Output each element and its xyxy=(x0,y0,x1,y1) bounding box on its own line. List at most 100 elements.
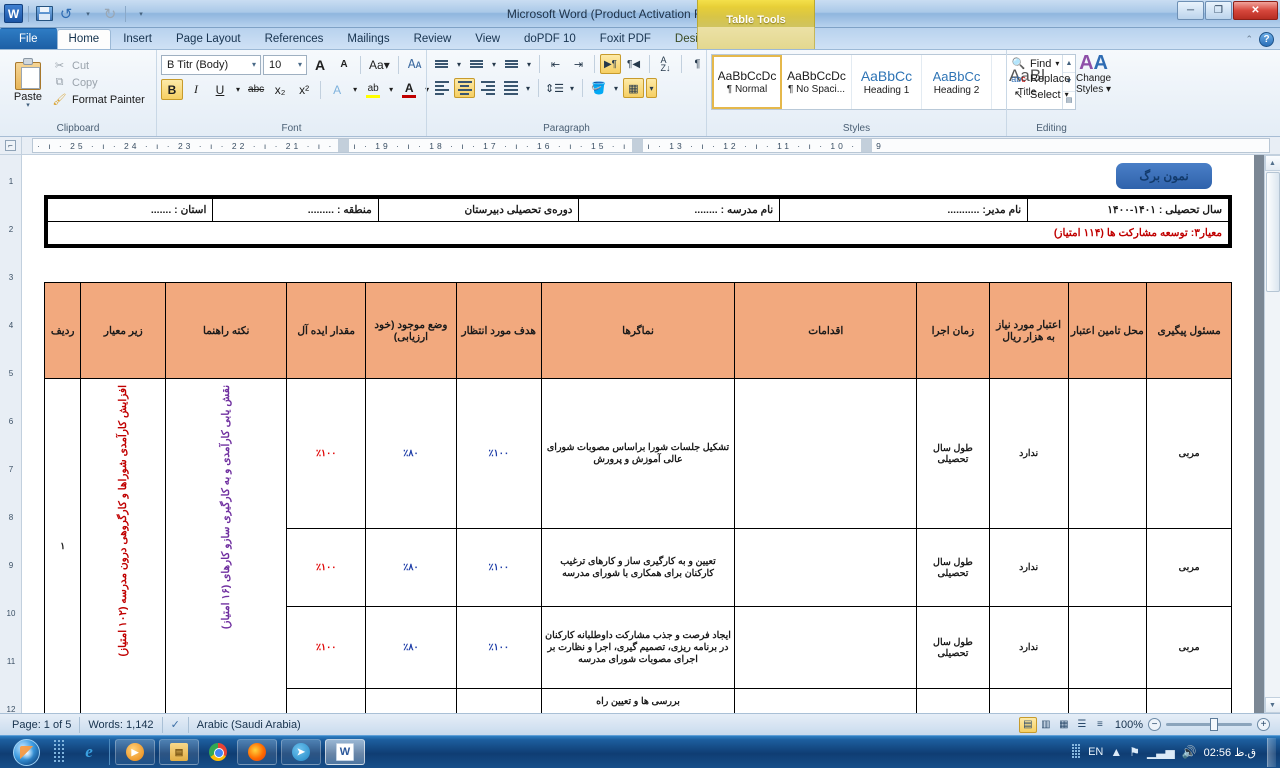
show-desktop-button[interactable] xyxy=(1267,738,1276,767)
show-formatting-marks-button[interactable]: ¶ xyxy=(687,54,708,74)
shading-dropdown-icon[interactable]: ▾ xyxy=(611,78,621,98)
proofing-status[interactable]: ✓ xyxy=(163,717,189,733)
view-web-layout[interactable]: ▦ xyxy=(1055,717,1073,733)
chevron-down-icon[interactable]: ▾ xyxy=(296,60,304,69)
tab-file[interactable]: File xyxy=(0,28,57,49)
scroll-up-icon[interactable]: ▲ xyxy=(1265,155,1280,171)
paste-dropdown-icon[interactable]: ▾ xyxy=(26,103,30,109)
undo-icon[interactable]: ↺ xyxy=(56,4,76,24)
align-left-button[interactable] xyxy=(431,78,452,98)
zoom-track[interactable] xyxy=(1166,723,1252,726)
table-row[interactable]: مربی ندارد طول سال تحصیلی تشکیل جلسات شو… xyxy=(45,379,1232,529)
text-effects-button[interactable]: A xyxy=(326,79,348,100)
paste-button[interactable]: Paste ▾ xyxy=(4,54,52,109)
align-center-button[interactable] xyxy=(454,78,475,98)
font-color-button[interactable]: A xyxy=(398,79,420,100)
cut-button[interactable]: ✂ Cut xyxy=(52,59,145,72)
taskbar-item-word[interactable]: W xyxy=(325,739,365,765)
italic-button[interactable]: I xyxy=(185,79,207,100)
taskbar-item-chrome[interactable] xyxy=(203,739,233,765)
view-outline[interactable]: ☰ xyxy=(1073,717,1091,733)
highlight-dropdown-icon[interactable]: ▾ xyxy=(386,79,396,100)
ltr-text-direction-button[interactable]: ▶¶ xyxy=(600,54,621,74)
view-print-layout[interactable]: ▤ xyxy=(1019,717,1037,733)
redo-icon[interactable]: ↻ xyxy=(100,4,120,24)
borders-dropdown-icon[interactable]: ▾ xyxy=(646,78,657,98)
horizontal-ruler[interactable]: · ı · 25 · ı · 24 · ı · 23 · ı · 22 · ı … xyxy=(32,138,1270,153)
bullets-dropdown-icon[interactable]: ▾ xyxy=(454,54,464,74)
help-icon[interactable]: ? xyxy=(1259,32,1274,47)
font-name-combo[interactable]: B Titr (Body) ▾ xyxy=(161,55,261,75)
tab-page-layout[interactable]: Page Layout xyxy=(164,29,253,49)
superscript-button[interactable]: x² xyxy=(293,79,315,100)
taskbar-item-firefox[interactable] xyxy=(237,739,277,765)
find-button[interactable]: 🔍 Find ▾ xyxy=(1011,57,1070,70)
view-draft[interactable]: ≡ xyxy=(1091,717,1109,733)
subscript-button[interactable]: x₂ xyxy=(269,79,291,100)
tab-insert[interactable]: Insert xyxy=(111,29,164,49)
font-size-combo[interactable]: 10 ▾ xyxy=(263,55,307,75)
tab-dopdf[interactable]: doPDF 10 xyxy=(512,29,588,49)
taskbar-item-telegram[interactable]: ➤ xyxy=(281,739,321,765)
undo-dropdown-icon[interactable]: ▾ xyxy=(78,4,98,24)
replace-button[interactable]: abc Replace xyxy=(1011,73,1070,85)
save-icon[interactable] xyxy=(34,4,54,24)
zoom-level[interactable]: 100% xyxy=(1115,719,1143,731)
minimize-button[interactable]: ─ xyxy=(1177,1,1204,20)
bold-button[interactable]: B xyxy=(161,79,183,100)
increase-indent-button[interactable]: ⇥ xyxy=(568,54,589,74)
tab-stop-selector[interactable]: ⌐ xyxy=(0,137,22,155)
line-spacing-dropdown-icon[interactable]: ▾ xyxy=(567,78,577,98)
tab-mailings[interactable]: Mailings xyxy=(335,29,401,49)
taskbar-item-internet-explorer[interactable]: e xyxy=(74,739,104,765)
bullets-button[interactable] xyxy=(431,54,452,74)
vertical-ruler[interactable]: 123456789101112 xyxy=(0,155,22,713)
scrollbar-thumb[interactable] xyxy=(1266,172,1280,292)
justify-dropdown-icon[interactable]: ▾ xyxy=(523,78,533,98)
customize-quick-access-icon[interactable]: ▾ xyxy=(131,4,151,24)
word-count[interactable]: Words: 1,142 xyxy=(80,717,162,733)
line-spacing-button[interactable]: ⇕☰ xyxy=(544,78,565,98)
network-icon[interactable]: ⚑ xyxy=(1129,745,1140,759)
select-dropdown-icon[interactable]: ▾ xyxy=(1065,90,1069,99)
close-button[interactable]: ✕ xyxy=(1233,1,1278,20)
document-page[interactable]: نمون برگ سال تحصیلی : ۱۴۰۱-۱۴۰۰ نام مدیر… xyxy=(22,155,1254,713)
tab-review[interactable]: Review xyxy=(402,29,464,49)
shrink-font-button[interactable]: A xyxy=(333,54,355,75)
scroll-down-icon[interactable]: ▼ xyxy=(1265,697,1280,713)
language-bar[interactable]: EN xyxy=(1088,746,1103,758)
borders-button[interactable]: ▦ xyxy=(623,78,644,98)
underline-button[interactable]: U xyxy=(209,79,231,100)
signal-icon[interactable]: ▁▃▅ xyxy=(1147,745,1175,759)
language-indicator[interactable]: Arabic (Saudi Arabia) xyxy=(189,717,309,733)
page-indicator[interactable]: Page: 1 of 5 xyxy=(4,717,80,733)
style-no-spacing[interactable]: AaBbCcDc ¶ No Spaci... xyxy=(782,55,852,109)
show-hidden-icons-icon[interactable]: ▲ xyxy=(1110,745,1122,759)
tab-foxit-pdf[interactable]: Foxit PDF xyxy=(588,29,663,49)
select-button[interactable]: ↖ Select ▾ xyxy=(1011,88,1070,101)
highlight-button[interactable]: ab xyxy=(362,79,384,100)
vertical-scrollbar[interactable]: ▲ ▼ xyxy=(1264,155,1280,713)
text-effects-dropdown-icon[interactable]: ▾ xyxy=(350,79,360,100)
change-case-button[interactable]: Aa▾ xyxy=(366,54,393,75)
zoom-thumb[interactable] xyxy=(1210,718,1218,731)
decrease-indent-button[interactable]: ⇤ xyxy=(545,54,566,74)
main-table[interactable]: مسئول پیگیری محل تامین اعتبار اعتبار مور… xyxy=(44,282,1232,713)
style-heading-1[interactable]: AaBbCc Heading 1 xyxy=(852,55,922,109)
find-dropdown-icon[interactable]: ▾ xyxy=(1055,59,1059,68)
minimize-ribbon-icon[interactable]: ⌃ xyxy=(1245,34,1253,45)
numbering-button[interactable] xyxy=(466,54,487,74)
align-right-button[interactable] xyxy=(477,78,498,98)
multilevel-list-button[interactable] xyxy=(501,54,522,74)
clock[interactable]: ق.ظ 02:56 xyxy=(1204,746,1256,759)
rtl-text-direction-button[interactable]: ¶◀ xyxy=(623,54,644,74)
grow-font-button[interactable]: A xyxy=(309,54,331,75)
chevron-down-icon[interactable]: ▾ xyxy=(250,60,258,69)
strikethrough-button[interactable]: abc xyxy=(245,79,267,100)
volume-icon[interactable]: 🔊 xyxy=(1182,745,1197,759)
tab-view[interactable]: View xyxy=(463,29,512,49)
clear-formatting-icon[interactable]: 🗛 xyxy=(404,54,426,75)
sort-button[interactable]: AZ↓ xyxy=(655,54,676,74)
zoom-out-button[interactable]: − xyxy=(1148,718,1161,731)
justify-button[interactable] xyxy=(500,78,521,98)
